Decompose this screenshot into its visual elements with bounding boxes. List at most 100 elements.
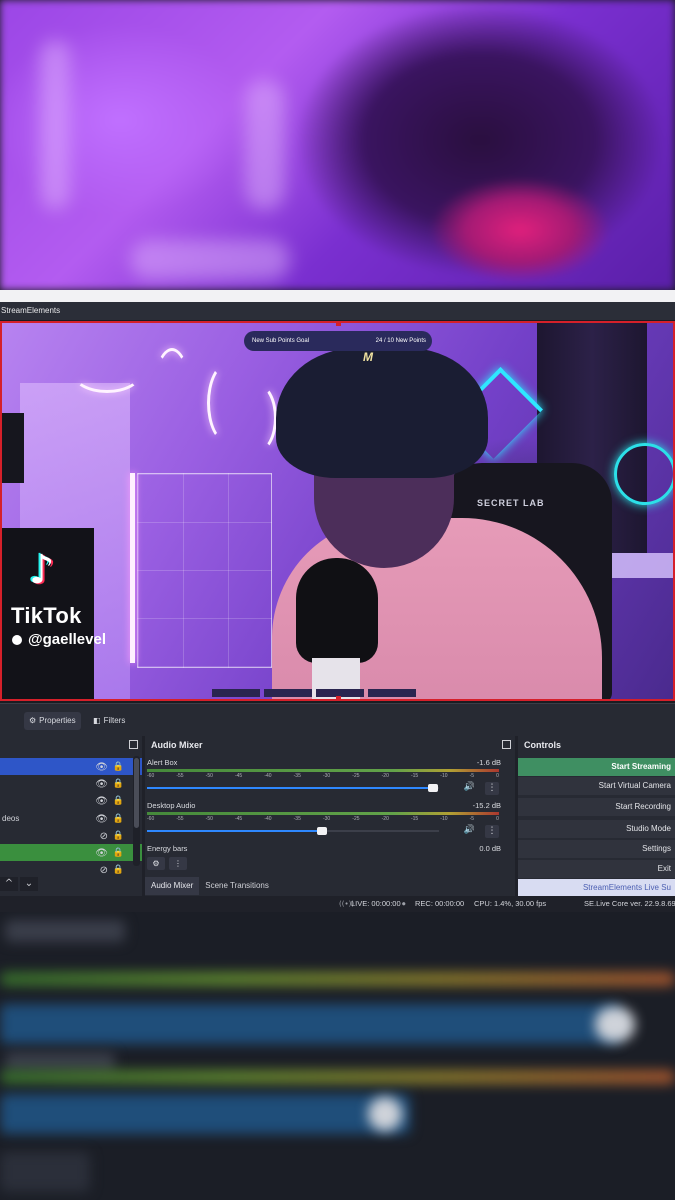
eye-off-icon[interactable]: ⊘: [100, 862, 108, 879]
gear-icon[interactable]: ⚙: [147, 857, 165, 870]
filter-icon: ◧: [93, 716, 101, 725]
eye-icon[interactable]: 👁: [95, 845, 108, 862]
mixer-tools: ⚙ ⋮: [147, 857, 187, 870]
blur-slider: [0, 1004, 620, 1044]
kebab-menu-icon[interactable]: ⋮: [485, 782, 499, 795]
streamelements-live-support-button[interactable]: StreamElements Live Su: [518, 879, 675, 897]
neon-light: [237, 383, 277, 453]
sources-dock: 👁 🔒 👁 🔒 👁 🔒 deos 👁 🔒 ⊘ 🔒 👁 🔒 ⊘ 🔒 ^ ⌄: [0, 736, 142, 896]
source-row[interactable]: 👁 🔒: [0, 775, 142, 792]
volume-fill: [147, 787, 434, 789]
lock-icon[interactable]: 🔒: [113, 776, 124, 793]
volume-knob[interactable]: [428, 784, 439, 792]
monitor: [2, 413, 24, 483]
source-row[interactable]: ⊘ 🔒: [0, 827, 142, 844]
eye-icon[interactable]: 👁: [95, 759, 108, 776]
bucket-hat: [276, 348, 488, 478]
meter-tick: 0: [496, 773, 499, 779]
tiktok-handle: @gaellevel: [12, 631, 106, 648]
audio-mixer-title: Audio Mixer: [145, 736, 515, 754]
kebab-menu-icon[interactable]: ⋮: [169, 857, 187, 870]
status-bar: ((•)) LIVE: 00:00:00 ⏺ REC: 00:00:00 CPU…: [0, 896, 675, 912]
lock-icon[interactable]: 🔒: [113, 759, 124, 776]
volume-knob[interactable]: [317, 827, 328, 835]
lock-icon[interactable]: 🔒: [113, 862, 124, 879]
tiktok-handle-text: @gaellevel: [28, 631, 107, 648]
start-recording-button[interactable]: Start Recording: [518, 798, 675, 816]
meter-tick: -20: [381, 773, 389, 779]
undock-icon[interactable]: [502, 740, 511, 749]
stream-preview[interactable]: ♪ TikTok @gaellevel SECRET LAB M New Sub…: [0, 321, 675, 701]
eye-off-icon[interactable]: ⊘: [100, 828, 108, 845]
channel-name: Energy bars: [147, 844, 188, 853]
meter-tick: -25: [352, 773, 360, 779]
blur-knob: [368, 1097, 402, 1131]
blur-block: [5, 1052, 115, 1072]
blur-slider: [0, 1094, 410, 1134]
meter-tick: -10: [440, 816, 448, 822]
version-text: SE.Live Core ver. 22.9.8.69 p: [584, 899, 675, 908]
chevron-down-icon[interactable]: ⌄: [20, 877, 38, 891]
meter-ticks: -60 -55 -50 -45 -40 -35 -30 -25 -20 -15 -10 -5 0: [147, 773, 499, 779]
meter-tick: -60: [147, 773, 155, 779]
scrollbar-thumb[interactable]: [134, 758, 139, 828]
dock-area: 👁 🔒 👁 🔒 👁 🔒 deos 👁 🔒 ⊘ 🔒 👁 🔒 ⊘ 🔒 ^ ⌄ Audio Mixer Alert …: [0, 736, 675, 897]
light-streak: [130, 240, 290, 280]
webcam-blur-background: [0, 0, 675, 290]
sources-scrollbar[interactable]: [133, 756, 140, 866]
meter-tick: -35: [293, 773, 301, 779]
transform-handle[interactable]: [336, 323, 341, 326]
name-plate: [264, 689, 312, 697]
undock-icon[interactable]: [129, 740, 138, 749]
neon-pole: [130, 473, 135, 663]
source-label: deos: [2, 813, 20, 823]
light-streak: [40, 40, 70, 210]
chevron-up-icon[interactable]: ^: [0, 877, 18, 891]
meter-ticks: -60 -55 -50 -45 -40 -35 -30 -25 -20 -15 -10 -5 0: [147, 816, 499, 822]
filters-button[interactable]: ◧ Filters: [88, 712, 130, 730]
channel-db: -15.2 dB: [472, 801, 501, 810]
hat-logo: M: [363, 350, 373, 364]
settings-button[interactable]: Settings: [518, 840, 675, 858]
blur-meter: [0, 1070, 675, 1084]
goal-label: New Sub Points Goal: [252, 338, 310, 344]
meter-tick: -30: [322, 773, 331, 779]
controls-dock: Controls Start Streaming Start Virtual C…: [518, 736, 675, 897]
studio-mode-button[interactable]: Studio Mode: [518, 820, 675, 838]
transform-handle[interactable]: [336, 696, 341, 699]
speaker-icon[interactable]: 🔊: [464, 825, 475, 835]
lock-icon[interactable]: 🔒: [113, 845, 124, 862]
volume-slider[interactable]: [147, 784, 439, 792]
meter-tick: -50: [205, 816, 213, 822]
speaker-icon[interactable]: 🔊: [464, 782, 475, 792]
kebab-menu-icon[interactable]: ⋮: [485, 825, 499, 838]
eye-icon[interactable]: 👁: [95, 793, 108, 810]
meter-tick: 0: [496, 816, 499, 822]
source-row[interactable]: 👁 🔒: [0, 844, 142, 861]
user-icon: [12, 635, 22, 645]
blur-meter: [0, 972, 675, 986]
tab-audio-mixer[interactable]: Audio Mixer: [145, 877, 200, 895]
meter-tick: -5: [469, 773, 475, 779]
meter-tick: -60: [147, 816, 155, 822]
source-row[interactable]: 👁 🔒: [0, 758, 142, 775]
start-virtual-camera-button[interactable]: Start Virtual Camera: [518, 777, 675, 795]
source-row[interactable]: ⊘ 🔒: [0, 861, 142, 878]
properties-button[interactable]: ⚙ Properties: [24, 712, 81, 730]
exit-button[interactable]: Exit: [518, 860, 675, 878]
meter-tick: -55: [176, 773, 184, 779]
lock-icon[interactable]: 🔒: [113, 793, 124, 810]
live-time: LIVE: 00:00:00: [351, 899, 401, 908]
tab-scene-transitions[interactable]: Scene Transitions: [199, 877, 275, 895]
meter-tick: -45: [234, 773, 243, 779]
eye-icon[interactable]: 👁: [95, 811, 108, 828]
source-row[interactable]: deos 👁 🔒: [0, 810, 142, 827]
meter-tick: -35: [293, 816, 301, 822]
volume-slider[interactable]: [147, 827, 439, 835]
source-row[interactable]: 👁 🔒: [0, 792, 142, 809]
meter-tick: -15: [410, 816, 419, 822]
eye-icon[interactable]: 👁: [95, 776, 108, 793]
start-streaming-button[interactable]: Start Streaming: [518, 758, 675, 776]
lock-icon[interactable]: 🔒: [113, 811, 124, 828]
lock-icon[interactable]: 🔒: [113, 828, 124, 845]
